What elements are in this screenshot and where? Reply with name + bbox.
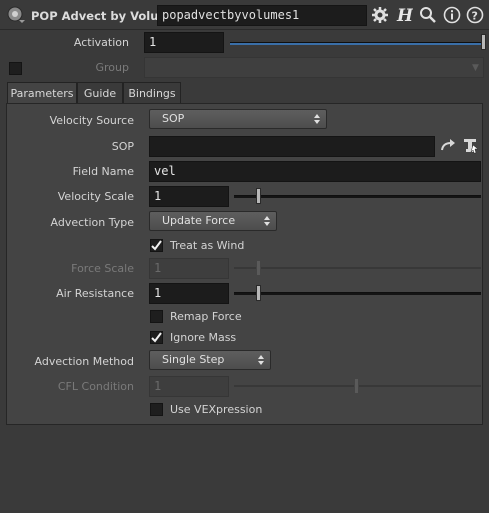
help-h-icon[interactable]: H — [394, 5, 414, 25]
sop-field[interactable] — [149, 136, 435, 157]
search-icon[interactable] — [418, 5, 438, 25]
info-icon[interactable] — [442, 5, 462, 25]
cfl-condition-field[interactable]: 1 — [149, 376, 229, 397]
gear-icon[interactable] — [370, 5, 390, 25]
force-scale-field[interactable]: 1 — [149, 258, 229, 279]
jump-to-node-icon[interactable] — [440, 138, 456, 154]
force-scale-slider-track[interactable] — [234, 267, 481, 269]
svg-text:?: ? — [472, 10, 478, 23]
updown-arrow-icon — [314, 114, 320, 124]
node-chooser-icon[interactable] — [462, 137, 480, 155]
advection-type-dropdown[interactable]: Update Force — [149, 211, 277, 231]
force-scale-slider-handle[interactable] — [256, 260, 261, 276]
tab-guide[interactable]: Guide — [77, 82, 123, 104]
advection-method-dropdown[interactable]: Single Step — [149, 350, 271, 370]
velocity-source-value: SOP — [162, 112, 185, 125]
force-scale-value: 1 — [154, 261, 162, 275]
ignore-mass-label: Ignore Mass — [170, 331, 237, 344]
velocity-source-dropdown[interactable]: SOP — [149, 109, 327, 129]
sop-label: SOP — [111, 140, 134, 153]
group-dropdown-icon[interactable]: ▼ — [472, 63, 479, 73]
velocity-scale-label: Velocity Scale — [57, 190, 134, 203]
ignore-mass-checkbox[interactable] — [150, 331, 163, 344]
advection-method-label: Advection Method — [34, 355, 134, 368]
velocity-source-label: Velocity Source — [49, 114, 134, 127]
group-label: Group — [95, 61, 130, 74]
cfl-condition-slider-handle[interactable] — [354, 378, 359, 394]
treat-as-wind-label: Treat as Wind — [170, 239, 245, 252]
advection-method-value: Single Step — [162, 353, 225, 366]
field-name-label: Field Name — [72, 165, 134, 178]
air-resistance-slider-track[interactable] — [234, 292, 481, 295]
tab-bindings[interactable]: Bindings — [123, 82, 181, 104]
header-divider — [0, 29, 489, 30]
node-type-icon[interactable] — [6, 5, 26, 25]
updown-arrow-icon — [258, 355, 264, 365]
remap-force-label: Remap Force — [170, 310, 242, 323]
use-vexpression-label: Use VEXpression — [170, 403, 263, 416]
activation-field[interactable]: 1 — [144, 32, 224, 53]
activation-slider-handle[interactable] — [481, 34, 486, 50]
treat-as-wind-checkbox[interactable] — [150, 239, 163, 252]
use-vexpression-checkbox[interactable] — [150, 403, 163, 416]
velocity-scale-slider-track[interactable] — [234, 195, 481, 198]
air-resistance-label: Air Resistance — [56, 287, 134, 300]
activation-slider-track[interactable] — [230, 42, 482, 45]
checkmark-icon — [151, 240, 162, 251]
help-icon[interactable]: ? — [465, 5, 485, 25]
air-resistance-slider-handle[interactable] — [256, 285, 261, 301]
svg-text:H: H — [396, 6, 413, 24]
updown-arrow-icon — [264, 216, 270, 226]
field-name-field[interactable]: vel — [149, 161, 481, 182]
air-resistance-field[interactable]: 1 — [149, 283, 229, 304]
cfl-condition-value: 1 — [154, 379, 162, 393]
advection-type-value: Update Force — [162, 214, 236, 227]
velocity-scale-slider-handle[interactable] — [256, 188, 261, 204]
node-name-field[interactable]: popadvectbyvolumes1 — [157, 5, 367, 26]
force-scale-label: Force Scale — [71, 262, 134, 275]
cfl-condition-label: CFL Condition — [57, 380, 134, 393]
advection-type-label: Advection Type — [50, 216, 134, 229]
activation-label: Activation — [73, 36, 129, 49]
velocity-scale-field[interactable]: 1 — [149, 186, 229, 207]
tab-parameters[interactable]: Parameters — [7, 82, 77, 104]
group-field[interactable] — [144, 57, 484, 78]
checkmark-icon — [151, 332, 162, 343]
remap-force-checkbox[interactable] — [150, 310, 163, 323]
